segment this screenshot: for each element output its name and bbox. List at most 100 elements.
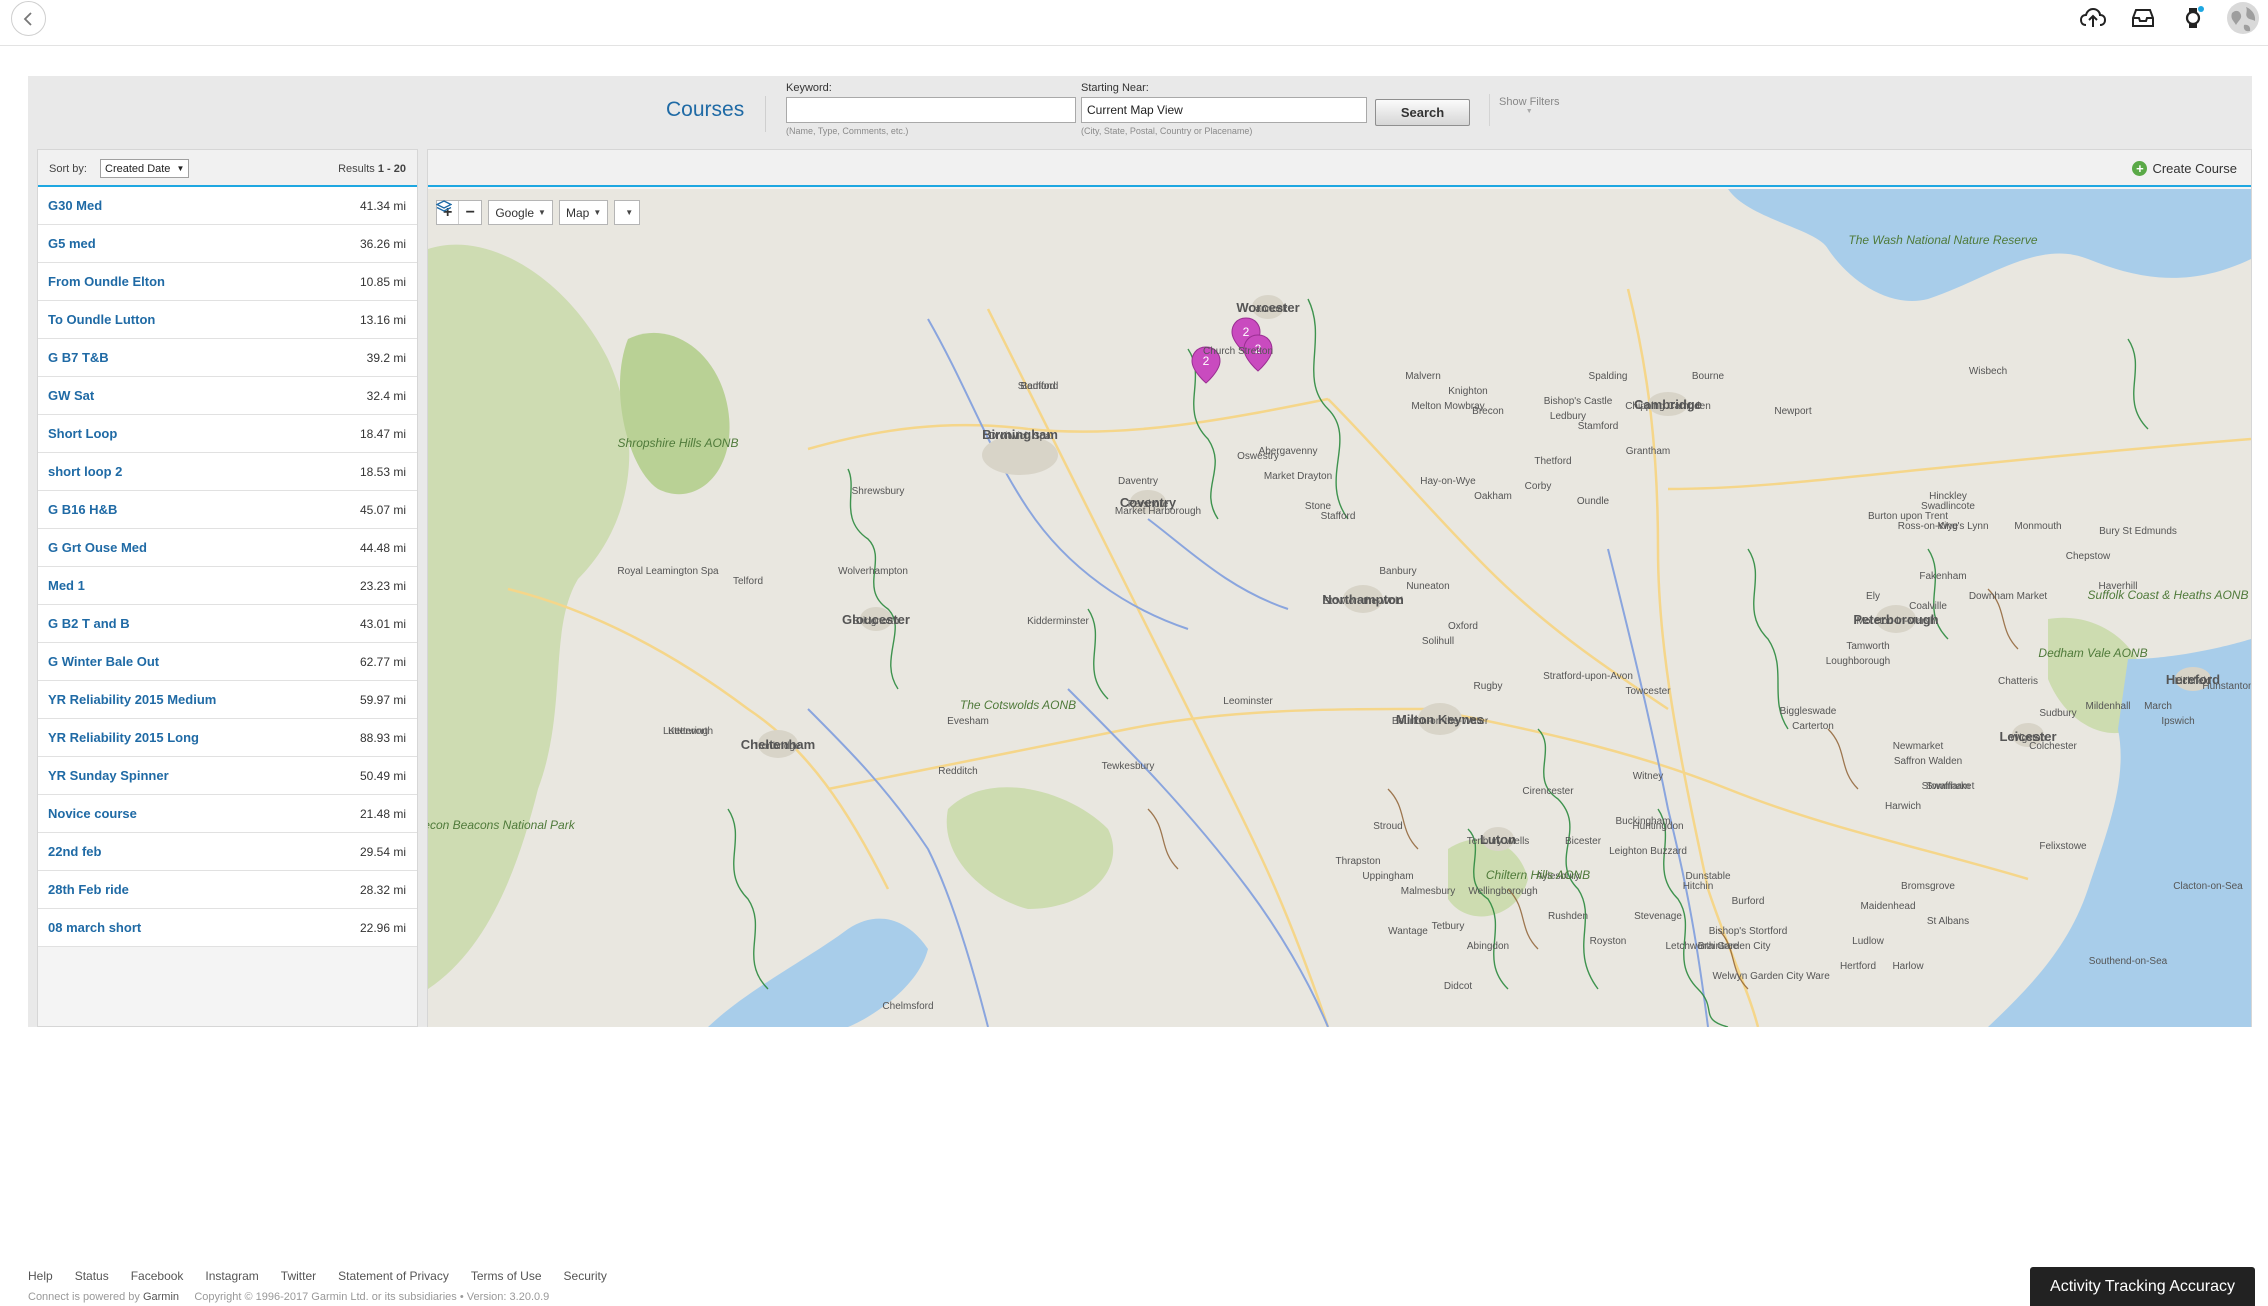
course-distance: 88.93 mi	[359, 730, 406, 745]
place-label: Evesham	[947, 716, 989, 727]
create-course-button[interactable]: + Create Course	[2132, 161, 2237, 176]
course-map[interactable]: 2 2 2 Birmingham Coventry Northampton Cambr…	[428, 189, 2251, 1027]
course-row[interactable]: Short Loop 18.47 mi	[38, 415, 417, 453]
place-label: Bourne	[1692, 371, 1725, 382]
user-avatar-button[interactable]	[2218, 0, 2268, 36]
map-type-button[interactable]: Map ▼	[559, 201, 608, 224]
course-row[interactable]: G B2 T and B 43.01 mi	[38, 605, 417, 643]
provider-select[interactable]: Google ▼	[488, 200, 553, 225]
device-notifications-button[interactable]	[2168, 0, 2218, 36]
course-row[interactable]: G B7 T&B 39.2 mi	[38, 339, 417, 377]
place-label: Chepstow	[2066, 551, 2111, 562]
course-distance: 59.97 mi	[359, 692, 406, 707]
footer-link[interactable]: Terms of Use	[471, 1269, 542, 1283]
course-name[interactable]: From Oundle Elton	[48, 274, 165, 289]
course-row[interactable]: Novice course 21.48 mi	[38, 795, 417, 833]
course-name[interactable]: Short Loop	[48, 426, 117, 441]
inbox-button[interactable]	[2118, 0, 2168, 36]
course-row[interactable]: G Winter Bale Out 62.77 mi	[38, 643, 417, 681]
place-label: Cirencester	[1522, 786, 1574, 797]
course-row[interactable]: From Oundle Elton 10.85 mi	[38, 263, 417, 301]
course-distance: 28.32 mi	[359, 882, 406, 897]
course-row[interactable]: To Oundle Lutton 13.16 mi	[38, 301, 417, 339]
footer-link[interactable]: Facebook	[131, 1269, 184, 1283]
place-label: Leighton Buzzard	[1609, 846, 1687, 857]
place-label: Felixstowe	[2039, 841, 2087, 852]
course-name[interactable]: G Grt Ouse Med	[48, 540, 147, 555]
footer-link[interactable]: Security	[564, 1269, 607, 1283]
search-button[interactable]: Search	[1375, 99, 1470, 126]
course-name[interactable]: 08 march short	[48, 920, 141, 935]
keyword-hint: (Name, Type, Comments, etc.)	[786, 126, 909, 136]
course-name[interactable]: G B2 T and B	[48, 616, 130, 631]
search-bar: Courses Keyword: (Name, Type, Comments, …	[28, 76, 2252, 146]
course-name[interactable]: G Winter Bale Out	[48, 654, 159, 669]
place-label: Market Drayton	[1264, 471, 1332, 482]
footer-link[interactable]: Instagram	[205, 1269, 258, 1283]
course-row[interactable]: YR Reliability 2015 Medium 59.97 mi	[38, 681, 417, 719]
place-label: Chatteris	[1998, 676, 2038, 687]
course-row[interactable]: Med 1 23.23 mi	[38, 567, 417, 605]
starting-near-input[interactable]	[1081, 97, 1367, 123]
course-name[interactable]: GW Sat	[48, 388, 94, 403]
course-name[interactable]: Novice course	[48, 806, 137, 821]
back-button[interactable]	[11, 1, 46, 36]
course-name[interactable]: G B16 H&B	[48, 502, 117, 517]
course-name[interactable]: YR Reliability 2015 Long	[48, 730, 199, 745]
course-row[interactable]: G B16 H&B 45.07 mi	[38, 491, 417, 529]
course-name[interactable]: To Oundle Lutton	[48, 312, 155, 327]
course-name[interactable]: YR Reliability 2015 Medium	[48, 692, 216, 707]
footer-link[interactable]: Status	[75, 1269, 109, 1283]
course-row[interactable]: short loop 2 18.53 mi	[38, 453, 417, 491]
zoom-out-button[interactable]: −	[459, 201, 482, 224]
place-label: Coalville	[1909, 601, 1947, 612]
provider-button[interactable]: Google ▼	[489, 201, 552, 224]
footer-link[interactable]: Statement of Privacy	[338, 1269, 449, 1283]
course-row[interactable]: G30 Med 41.34 mi	[38, 187, 417, 225]
course-row[interactable]: YR Sunday Spinner 50.49 mi	[38, 757, 417, 795]
place-label: Malmesbury	[1401, 886, 1455, 897]
course-row[interactable]: YR Reliability 2015 Long 88.93 mi	[38, 719, 417, 757]
course-distance: 62.77 mi	[359, 654, 406, 669]
course-name[interactable]: G5 med	[48, 236, 96, 251]
place-label: Bridgnorth	[853, 616, 899, 627]
place-label: Stratford-upon-Avon	[1543, 671, 1633, 682]
keyword-input[interactable]	[786, 97, 1076, 123]
place-label: Brecon	[1472, 406, 1504, 417]
course-name[interactable]: G30 Med	[48, 198, 102, 213]
course-row[interactable]: 08 march short 22.96 mi	[38, 909, 417, 947]
course-name[interactable]: YR Sunday Spinner	[48, 768, 169, 783]
place-label: Tetbury	[1432, 921, 1465, 932]
layers-button[interactable]: ▼	[436, 200, 640, 224]
course-row[interactable]: GW Sat 32.4 mi	[38, 377, 417, 415]
map-type-select[interactable]: Map ▼	[558, 200, 609, 225]
course-distance: 10.85 mi	[359, 274, 406, 289]
place-label: Cannock	[1248, 304, 1288, 315]
course-name[interactable]: Med 1	[48, 578, 85, 593]
sort-select[interactable]: Created Date ▼	[100, 159, 190, 178]
course-name[interactable]: short loop 2	[48, 464, 122, 479]
results-count: Results 1 - 20	[338, 163, 406, 175]
course-name[interactable]: 28th Feb ride	[48, 882, 129, 897]
course-name[interactable]: 22nd feb	[48, 844, 101, 859]
course-row[interactable]: G Grt Ouse Med 44.48 mi	[38, 529, 417, 567]
place-label: Wigston	[2010, 733, 2046, 744]
course-row[interactable]: G5 med 36.26 mi	[38, 225, 417, 263]
upload-button[interactable]	[2068, 0, 2118, 36]
activity-tracking-accuracy-button[interactable]: Activity Tracking Accuracy	[2030, 1267, 2255, 1306]
map-canvas[interactable]: 2 2 2 BirminghamCoventryNorthamptonCambr…	[428, 189, 2251, 1027]
course-row[interactable]: 28th Feb ride 28.32 mi	[38, 871, 417, 909]
layers-select[interactable]: ▼	[436, 200, 641, 225]
powered-brand[interactable]: Garmin	[143, 1291, 179, 1303]
course-row[interactable]: 22nd feb 29.54 mi	[38, 833, 417, 871]
footer-link[interactable]: Twitter	[281, 1269, 316, 1283]
provider-label: Google	[495, 205, 535, 220]
layers-icon	[436, 200, 452, 212]
course-distance: 39.2 mi	[366, 350, 406, 365]
course-name[interactable]: G B7 T&B	[48, 350, 109, 365]
region-label: The Cotswolds AONB	[960, 698, 1076, 712]
show-filters-toggle[interactable]: Show Filters ▼	[1499, 96, 1560, 115]
footer-link[interactable]: Help	[28, 1269, 53, 1283]
copyright-text: Copyright © 1996-2017 Garmin Ltd. or its…	[194, 1291, 550, 1303]
place-label: Malvern	[1405, 371, 1441, 382]
